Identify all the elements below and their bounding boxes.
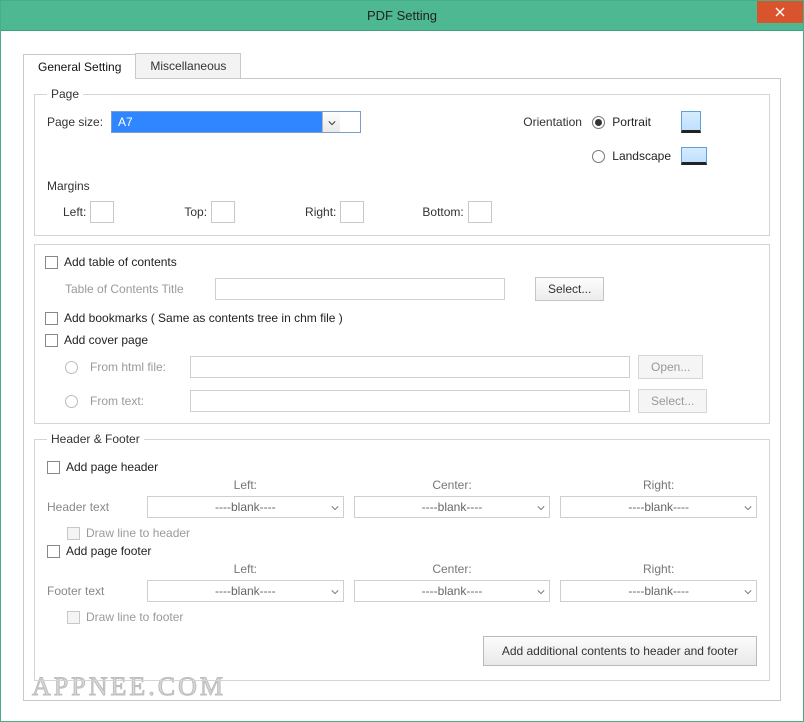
portrait-page-icon [681, 111, 701, 133]
header-left-dropdown[interactable]: ----blank---- [147, 496, 344, 518]
add-cover-checkbox-row[interactable]: Add cover page [45, 333, 759, 347]
cover-open-button[interactable]: Open... [638, 355, 703, 379]
toc-title-label: Table of Contents Title [65, 282, 205, 296]
add-bookmarks-label: Add bookmarks ( Same as contents tree in… [64, 311, 343, 325]
orientation-block: Orientation Portrait Landscape [523, 111, 757, 165]
orientation-landscape-label: Landscape [612, 149, 671, 163]
margins-row: Left: Top: Right: Bottom: [47, 201, 757, 223]
checkbox-icon [67, 527, 80, 540]
margins-label: Margins [47, 179, 757, 193]
client-area: General Setting Miscellaneous Page Page … [1, 31, 803, 721]
toc-title-input[interactable] [215, 278, 505, 300]
close-icon [775, 5, 785, 20]
toc-select-button[interactable]: Select... [535, 277, 604, 301]
footer-right-dropdown[interactable]: ----blank---- [560, 580, 757, 602]
landscape-page-icon [681, 147, 707, 165]
radio-icon [65, 395, 78, 408]
add-page-footer-label: Add page footer [66, 544, 151, 558]
header-text-label: Header text [47, 500, 137, 514]
footer-col-center-label: Center: [354, 562, 551, 580]
add-additional-contents-button[interactable]: Add additional contents to header and fo… [483, 636, 757, 666]
page-size-combobox[interactable]: A7 [111, 111, 361, 133]
header-right-dropdown[interactable]: ----blank---- [560, 496, 757, 518]
page-size-label: Page size: [47, 115, 103, 129]
tab-general-setting[interactable]: General Setting [23, 54, 136, 79]
group-page: Page Page size: A7 [34, 87, 770, 236]
cover-from-html-radio[interactable] [65, 360, 82, 374]
footer-text-label: Footer text [47, 584, 137, 598]
tabstrip: General Setting Miscellaneous [23, 53, 781, 78]
cover-from-text-radio[interactable] [65, 394, 82, 408]
group-header-footer-legend: Header & Footer [47, 432, 144, 446]
page-size-value: A7 [112, 112, 322, 132]
margin-right-input[interactable] [340, 201, 364, 223]
chevron-down-icon [331, 500, 339, 514]
footer-col-left-label: Left: [147, 562, 344, 580]
orientation-label: Orientation [523, 115, 582, 129]
header-center-dropdown[interactable]: ----blank---- [354, 496, 551, 518]
margin-bottom-label: Bottom: [422, 205, 463, 219]
cover-from-text-label: From text: [90, 394, 182, 408]
add-page-header-checkbox-row[interactable]: Add page header [47, 460, 757, 474]
page-size-dropdown-button[interactable] [322, 112, 340, 132]
chevron-down-icon [744, 500, 752, 514]
header-col-right-label: Right: [560, 478, 757, 496]
radio-icon [65, 361, 78, 374]
draw-line-header-checkbox-row[interactable]: Draw line to header [47, 526, 757, 540]
add-page-footer-checkbox-row[interactable]: Add page footer [47, 544, 757, 558]
close-button[interactable] [757, 1, 803, 23]
section-contents: Add table of contents Table of Contents … [34, 244, 770, 424]
tab-miscellaneous[interactable]: Miscellaneous [135, 53, 241, 78]
add-bookmarks-checkbox-row[interactable]: Add bookmarks ( Same as contents tree in… [45, 311, 759, 325]
tab-panel-general: Page Page size: A7 [23, 78, 781, 701]
orientation-portrait-label: Portrait [612, 115, 651, 129]
margin-right-label: Right: [305, 205, 336, 219]
orientation-portrait-radio[interactable]: Portrait [592, 115, 671, 129]
orientation-landscape-radio[interactable]: Landscape [592, 149, 671, 163]
checkbox-icon [47, 545, 60, 558]
draw-line-footer-label: Draw line to footer [86, 610, 183, 624]
footer-center-dropdown[interactable]: ----blank---- [354, 580, 551, 602]
checkbox-icon [45, 256, 58, 269]
add-toc-label: Add table of contents [64, 255, 177, 269]
checkbox-icon [45, 334, 58, 347]
chevron-down-icon [537, 584, 545, 598]
add-toc-checkbox-row[interactable]: Add table of contents [45, 255, 759, 269]
header-col-left-label: Left: [147, 478, 344, 496]
cover-html-path-input[interactable] [190, 356, 630, 378]
group-page-legend: Page [47, 87, 83, 101]
radio-icon [592, 116, 605, 129]
margin-bottom-input[interactable] [468, 201, 492, 223]
checkbox-icon [45, 312, 58, 325]
header-col-center-label: Center: [354, 478, 551, 496]
chevron-down-icon [744, 584, 752, 598]
chevron-down-icon [328, 115, 336, 129]
chevron-down-icon [537, 500, 545, 514]
checkbox-icon [67, 611, 80, 624]
margin-left-input[interactable] [90, 201, 114, 223]
draw-line-header-label: Draw line to header [86, 526, 190, 540]
margin-top-label: Top: [184, 205, 207, 219]
add-page-header-label: Add page header [66, 460, 158, 474]
window-title: PDF Setting [367, 8, 437, 23]
cover-text-input[interactable] [190, 390, 630, 412]
chevron-down-icon [331, 584, 339, 598]
footer-left-dropdown[interactable]: ----blank---- [147, 580, 344, 602]
titlebar: PDF Setting [1, 1, 803, 31]
margin-left-label: Left: [63, 205, 86, 219]
group-header-footer: Header & Footer Add page header Left: Ce… [34, 432, 770, 681]
draw-line-footer-checkbox-row[interactable]: Draw line to footer [47, 610, 757, 624]
cover-select-button[interactable]: Select... [638, 389, 707, 413]
cover-from-html-label: From html file: [90, 360, 182, 374]
add-cover-label: Add cover page [64, 333, 148, 347]
checkbox-icon [47, 461, 60, 474]
margin-top-input[interactable] [211, 201, 235, 223]
window: PDF Setting General Setting Miscellaneou… [0, 0, 804, 722]
radio-icon [592, 150, 605, 163]
footer-col-right-label: Right: [560, 562, 757, 580]
